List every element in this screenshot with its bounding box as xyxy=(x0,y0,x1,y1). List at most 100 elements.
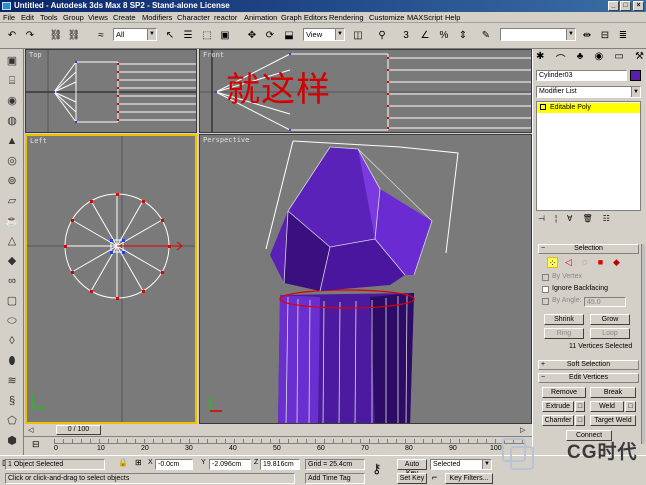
key-mode-dropdown[interactable]: Selected ▼ xyxy=(430,459,492,470)
region-select-icon[interactable]: ⬚ xyxy=(199,27,215,43)
tab-hierarchy[interactable]: ♣ xyxy=(577,51,584,67)
auto-key-button[interactable]: Auto Key xyxy=(397,459,427,477)
by-vertex-checkbox[interactable] xyxy=(542,274,549,281)
edit-vertices-rollout-header[interactable]: − Edit Vertices xyxy=(538,373,639,383)
prism-icon[interactable]: ⬠ xyxy=(4,413,20,429)
layer-manager-icon[interactable]: ≣ xyxy=(615,27,631,43)
soft-selection-rollout-header[interactable]: + Soft Selection xyxy=(538,360,639,370)
perspective-viewport[interactable]: Perspective xyxy=(199,134,532,424)
front-viewport[interactable]: Front 就这样 xyxy=(199,49,532,133)
select-and-move-icon[interactable]: ✥ xyxy=(244,27,260,43)
chamfer-button[interactable]: Chamfer xyxy=(542,415,574,426)
configure-sets-icon[interactable]: ☷ xyxy=(603,214,610,226)
lock-icon[interactable]: 🔒 xyxy=(118,458,128,467)
angle-snap-icon[interactable]: ∠ xyxy=(417,27,433,43)
y-coordinate-field[interactable]: -2.096cm xyxy=(209,459,251,470)
percent-snap-icon[interactable]: % xyxy=(436,27,452,43)
extrude-button[interactable]: Extrude xyxy=(542,401,574,412)
shrink-button[interactable]: Shrink xyxy=(544,314,584,325)
weld-button[interactable]: Weld xyxy=(590,401,624,412)
slider-prev-icon[interactable]: ◁ xyxy=(28,426,33,434)
menu-group[interactable]: Group xyxy=(63,12,84,23)
app-icon[interactable] xyxy=(2,2,11,10)
menu-maxscript[interactable]: MAXScript xyxy=(407,12,442,23)
close-button[interactable]: × xyxy=(633,1,644,11)
top-viewport[interactable]: Top xyxy=(25,49,197,133)
menu-file[interactable]: File xyxy=(3,12,15,23)
loop-button[interactable]: Loop xyxy=(590,328,630,339)
menu-tools[interactable]: Tools xyxy=(40,12,58,23)
left-viewport[interactable]: Left xyxy=(25,134,197,424)
mirror-icon[interactable]: ⇹ xyxy=(579,27,595,43)
selection-rollout-header[interactable]: − Selection xyxy=(538,244,639,254)
menu-views[interactable]: Views xyxy=(88,12,108,23)
tube-icon[interactable]: ◎ xyxy=(4,153,20,169)
ignore-backfacing-checkbox[interactable] xyxy=(542,286,549,293)
sphere-icon[interactable]: ◉ xyxy=(4,93,20,109)
break-button[interactable]: Break xyxy=(590,387,636,398)
undo-icon[interactable]: ↶ xyxy=(4,27,20,43)
menu-graph-editors[interactable]: Graph Editors xyxy=(281,12,327,23)
expand-icon[interactable] xyxy=(540,104,546,110)
remove-modifier-icon[interactable]: 🗑 xyxy=(583,214,593,226)
hose-icon[interactable]: § xyxy=(4,393,20,409)
modifier-list-dropdown[interactable]: Modifier List ▼ xyxy=(536,86,641,98)
tab-motion[interactable]: ◉ xyxy=(594,51,603,67)
torus-icon[interactable]: ⊚ xyxy=(4,173,20,189)
tab-modify[interactable]: ⌒ xyxy=(556,51,566,67)
object-name-field[interactable]: Cylinder03 xyxy=(536,70,627,81)
target-weld-button[interactable]: Target Weld xyxy=(590,415,636,426)
element-subobject-icon[interactable]: ◆ xyxy=(611,257,622,268)
select-and-scale-icon[interactable]: ⬓ xyxy=(281,27,297,43)
selection-filter-dropdown[interactable]: All ▼ xyxy=(113,28,157,41)
extrude-settings-button[interactable]: □ xyxy=(575,401,585,412)
box-icon[interactable]: ▣ xyxy=(4,53,20,69)
menu-edit[interactable]: Edit xyxy=(21,12,34,23)
time-slider-handle[interactable]: 0 / 100 xyxy=(56,425,101,435)
key-icon[interactable]: ⚷ xyxy=(372,461,382,477)
pivot-center-icon[interactable]: ◫ xyxy=(350,27,366,43)
tab-utilities[interactable]: ⚒ xyxy=(635,51,644,67)
remove-button[interactable]: Remove xyxy=(542,387,586,398)
show-end-result-icon[interactable]: ¦ xyxy=(555,214,557,226)
default-in-out-tangent-icon[interactable]: ⌐ xyxy=(432,472,437,482)
hedra-icon[interactable]: ◆ xyxy=(4,253,20,269)
polygon-subobject-icon[interactable]: ■ xyxy=(595,257,606,268)
grow-button[interactable]: Grow xyxy=(590,314,630,325)
cylinder-icon[interactable]: ⌸ xyxy=(4,73,20,89)
object-color-swatch[interactable] xyxy=(630,70,641,81)
select-and-rotate-icon[interactable]: ⟳ xyxy=(262,27,278,43)
key-filters-button[interactable]: Key Filters... xyxy=(445,473,493,484)
torus-knot-icon[interactable]: ∞ xyxy=(4,273,20,289)
capsule-icon[interactable]: ⬮ xyxy=(4,353,20,369)
set-key-button[interactable]: Set Key xyxy=(397,473,427,484)
stack-item-editable-poly[interactable]: Editable Poly xyxy=(537,103,640,113)
angle-threshold-field[interactable]: 45.0 xyxy=(584,297,626,307)
track-bar[interactable]: ⊟ 0 10 20 30 40 50 60 70 80 90 100 xyxy=(24,436,532,455)
named-selection-icon[interactable]: ✎ xyxy=(478,27,494,43)
weld-settings-button[interactable]: □ xyxy=(625,401,636,412)
add-time-tag[interactable]: Add Time Tag xyxy=(305,473,365,484)
bind-space-warp-icon[interactable]: ≈ xyxy=(93,27,109,43)
pyramid-icon[interactable]: △ xyxy=(4,233,20,249)
time-slider[interactable]: 0 / 100 ◁ ▷ xyxy=(24,424,532,436)
maximize-button[interactable]: □ xyxy=(620,1,631,11)
vertex-subobject-icon[interactable]: ⁘ xyxy=(547,257,558,268)
tab-create[interactable]: ✱ xyxy=(536,51,544,67)
menu-character[interactable]: Character xyxy=(177,12,210,23)
plane-icon[interactable]: ▱ xyxy=(4,193,20,209)
menu-animation[interactable]: Animation xyxy=(244,12,277,23)
snap-toggle-icon[interactable]: 3 xyxy=(398,27,414,43)
ring-button[interactable]: Ring xyxy=(544,328,584,339)
gengon-icon[interactable]: ⬢ xyxy=(4,433,20,449)
track-bar-icon[interactable]: ⊟ xyxy=(32,439,40,450)
x-coordinate-field[interactable]: -0.0cm xyxy=(155,459,193,470)
menu-modifiers[interactable]: Modifiers xyxy=(142,12,172,23)
select-and-link-icon[interactable]: ⛓ xyxy=(48,27,64,43)
command-panel-scrollbar[interactable] xyxy=(641,244,645,444)
select-by-name-icon[interactable]: ☰ xyxy=(180,27,196,43)
edge-subobject-icon[interactable]: ◁ xyxy=(563,257,574,268)
menu-customize[interactable]: Customize xyxy=(369,12,404,23)
redo-icon[interactable]: ↷ xyxy=(22,27,38,43)
menu-reactor[interactable]: reactor xyxy=(214,12,237,23)
